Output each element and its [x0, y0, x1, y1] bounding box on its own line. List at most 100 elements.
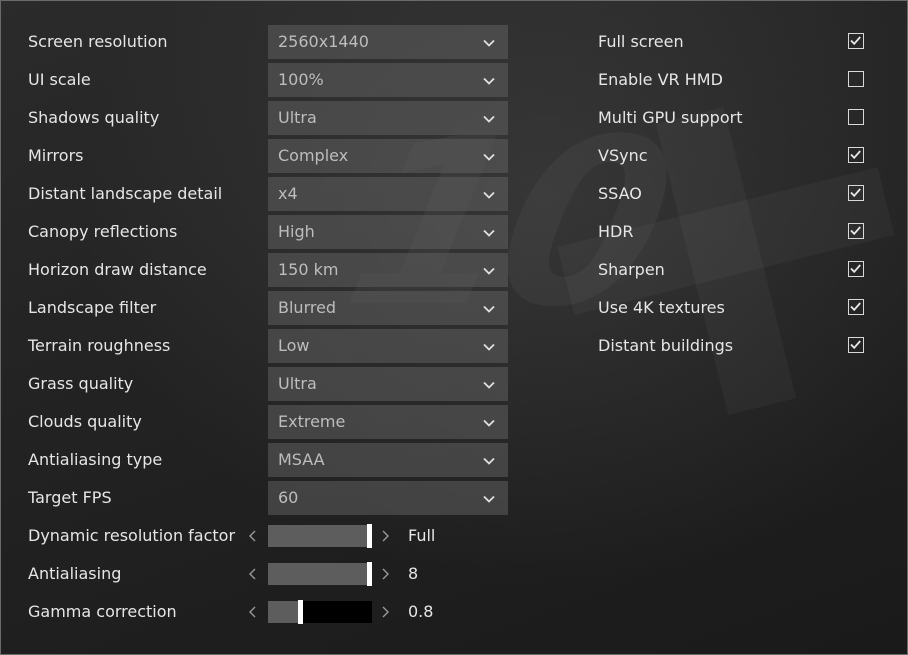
slider-track[interactable] — [268, 562, 372, 586]
setting-row: Landscape filter Blurred — [1, 291, 521, 325]
slider-track[interactable] — [268, 600, 372, 624]
dropdown-value: 150 km — [278, 260, 339, 279]
setting-label: Landscape filter — [28, 298, 157, 317]
setting-row: Canopy reflections High — [1, 215, 521, 249]
chevron-down-icon — [482, 339, 496, 353]
dropdown-select[interactable]: 150 km — [268, 253, 508, 287]
slider-thumb[interactable] — [367, 524, 372, 548]
chevron-down-icon — [482, 149, 496, 163]
dropdown-select[interactable]: MSAA — [268, 443, 508, 477]
setting-row: Antialiasing type MSAA — [1, 443, 521, 477]
setting-label: Target FPS — [28, 488, 112, 507]
setting-label: Mirrors — [28, 146, 84, 165]
checkbox[interactable] — [848, 337, 864, 353]
dropdown-value: Low — [278, 336, 310, 355]
checkbox-row[interactable]: HDR — [581, 215, 881, 249]
setting-row: Target FPS 60 — [1, 481, 521, 515]
checkbox[interactable] — [848, 33, 864, 49]
chevron-down-icon — [482, 491, 496, 505]
checkbox[interactable] — [848, 261, 864, 277]
dropdown-select[interactable]: Extreme — [268, 405, 508, 439]
chevron-down-icon — [482, 301, 496, 315]
checkbox[interactable] — [848, 185, 864, 201]
setting-row: Clouds quality Extreme — [1, 405, 521, 439]
checkbox-row[interactable]: Multi GPU support — [581, 101, 881, 135]
checkbox-row[interactable]: Use 4K textures — [581, 291, 881, 325]
setting-label: Horizon draw distance — [28, 260, 207, 279]
setting-label: UI scale — [28, 70, 91, 89]
checkbox-label: Distant buildings — [598, 336, 734, 355]
dropdown-select[interactable]: 100% — [268, 63, 508, 97]
slider-fill — [268, 525, 367, 547]
dropdown-select[interactable]: 2560x1440 — [268, 25, 508, 59]
slider-row: Antialiasing 8 — [1, 557, 521, 591]
checkbox-row[interactable]: Full screen — [581, 25, 881, 59]
setting-row: Terrain roughness Low — [1, 329, 521, 363]
chevron-down-icon — [482, 35, 496, 49]
slider-row: Gamma correction 0.8 — [1, 595, 521, 629]
dropdown-value: x4 — [278, 184, 298, 203]
checkbox-row[interactable]: Distant buildings — [581, 329, 881, 363]
slider-value: 0.8 — [408, 602, 434, 621]
dropdown-select[interactable]: Complex — [268, 139, 508, 173]
chevron-left-icon[interactable] — [245, 604, 261, 620]
dropdown-select[interactable]: Ultra — [268, 367, 508, 401]
chevron-down-icon — [482, 377, 496, 391]
checkbox-label: VSync — [598, 146, 648, 165]
setting-label: Distant landscape detail — [28, 184, 223, 203]
dropdown-select[interactable]: 60 — [268, 481, 508, 515]
dropdown-value: Complex — [278, 146, 349, 165]
setting-label: Grass quality — [28, 374, 134, 393]
checkbox-label: SSAO — [598, 184, 642, 203]
slider-track[interactable] — [268, 524, 372, 548]
checkbox-label: Multi GPU support — [598, 108, 743, 127]
checkbox-label: HDR — [598, 222, 634, 241]
dropdown-value: 2560x1440 — [278, 32, 369, 51]
checkbox[interactable] — [848, 109, 864, 125]
chevron-down-icon — [482, 263, 496, 277]
setting-row: UI scale 100% — [1, 63, 521, 97]
checkbox-label: Sharpen — [598, 260, 665, 279]
setting-row: Distant landscape detail x4 — [1, 177, 521, 211]
setting-label: Screen resolution — [28, 32, 168, 51]
chevron-down-icon — [482, 225, 496, 239]
chevron-left-icon[interactable] — [245, 566, 261, 582]
checkbox[interactable] — [848, 147, 864, 163]
checkbox[interactable] — [848, 223, 864, 239]
setting-row: Screen resolution 2560x1440 — [1, 25, 521, 59]
slider-fill — [268, 601, 298, 623]
checkbox-label: Use 4K textures — [598, 298, 725, 317]
setting-row: Grass quality Ultra — [1, 367, 521, 401]
slider-label: Gamma correction — [28, 602, 177, 621]
setting-label: Canopy reflections — [28, 222, 178, 241]
setting-label: Clouds quality — [28, 412, 142, 431]
chevron-right-icon[interactable] — [377, 604, 393, 620]
setting-row: Mirrors Complex — [1, 139, 521, 173]
slider-thumb[interactable] — [367, 562, 372, 586]
chevron-right-icon[interactable] — [377, 528, 393, 544]
setting-row: Shadows quality Ultra — [1, 101, 521, 135]
dropdown-value: 60 — [278, 488, 299, 507]
setting-row: Horizon draw distance 150 km — [1, 253, 521, 287]
dropdown-select[interactable]: High — [268, 215, 508, 249]
setting-label: Antialiasing type — [28, 450, 163, 469]
chevron-down-icon — [482, 111, 496, 125]
slider-value: Full — [408, 526, 436, 545]
dropdown-select[interactable]: x4 — [268, 177, 508, 211]
chevron-right-icon[interactable] — [377, 566, 393, 582]
checkbox-row[interactable]: VSync — [581, 139, 881, 173]
dropdown-select[interactable]: Blurred — [268, 291, 508, 325]
checkbox[interactable] — [848, 299, 864, 315]
checkbox-row[interactable]: Sharpen — [581, 253, 881, 287]
setting-label: Shadows quality — [28, 108, 160, 127]
slider-thumb[interactable] — [298, 600, 303, 624]
checkbox[interactable] — [848, 71, 864, 87]
checkbox-row[interactable]: SSAO — [581, 177, 881, 211]
dropdown-value: Ultra — [278, 108, 317, 127]
checkbox-row[interactable]: Enable VR HMD — [581, 63, 881, 97]
dropdown-select[interactable]: Ultra — [268, 101, 508, 135]
chevron-left-icon[interactable] — [245, 528, 261, 544]
dropdown-select[interactable]: Low — [268, 329, 508, 363]
chevron-down-icon — [482, 453, 496, 467]
dropdown-value: MSAA — [278, 450, 325, 469]
